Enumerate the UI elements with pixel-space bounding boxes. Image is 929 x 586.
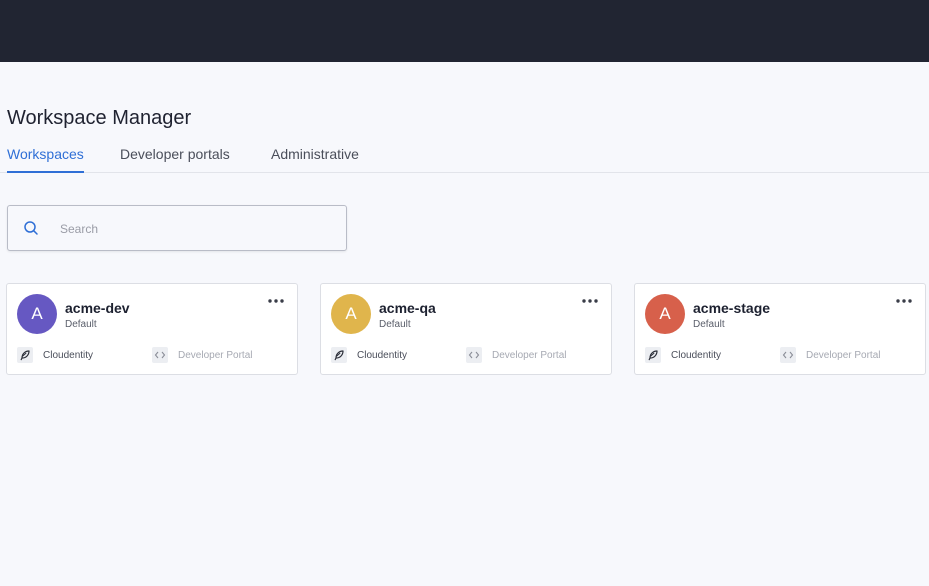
workspace-card-acme-stage[interactable]: A acme-stage Default Cloudentity Develop… xyxy=(634,283,926,375)
developer-portal-link[interactable]: Developer Portal xyxy=(466,346,566,364)
developer-portal-label: Developer Portal xyxy=(178,349,253,361)
more-options-icon[interactable] xyxy=(581,296,599,306)
developer-portal-link[interactable]: Developer Portal xyxy=(152,346,252,364)
workspace-name: acme-dev xyxy=(65,300,130,316)
page-title: Workspace Manager xyxy=(7,107,192,129)
search-icon xyxy=(24,221,38,235)
workspace-name: acme-qa xyxy=(379,300,436,316)
workspace-card-acme-dev[interactable]: A acme-dev Default Cloudentity Developer… xyxy=(6,283,298,375)
feather-icon xyxy=(331,347,347,363)
developer-portal-label: Developer Portal xyxy=(806,349,881,361)
more-options-icon[interactable] xyxy=(895,296,913,306)
tab-developer-portals[interactable]: Developer portals xyxy=(120,146,230,162)
feather-icon xyxy=(645,347,661,363)
developer-portal-label: Developer Portal xyxy=(492,349,567,361)
search-input[interactable] xyxy=(58,216,332,242)
more-options-icon[interactable] xyxy=(267,296,285,306)
tab-bar: Workspaces Developer portals Administrat… xyxy=(0,140,929,173)
admin-portal-link[interactable]: Cloudentity xyxy=(17,346,93,364)
admin-portal-link[interactable]: Cloudentity xyxy=(645,346,721,364)
code-icon xyxy=(152,347,168,363)
code-icon xyxy=(780,347,796,363)
avatar: A xyxy=(331,294,371,334)
tab-workspaces[interactable]: Workspaces xyxy=(7,146,84,173)
code-icon xyxy=(466,347,482,363)
workspace-type: Default xyxy=(693,319,725,330)
workspace-card-acme-qa[interactable]: A acme-qa Default Cloudentity Developer … xyxy=(320,283,612,375)
workspace-type: Default xyxy=(379,319,411,330)
search-box[interactable] xyxy=(7,205,347,251)
developer-portal-link[interactable]: Developer Portal xyxy=(780,346,880,364)
admin-portal-label: Cloudentity xyxy=(357,349,408,361)
admin-portal-label: Cloudentity xyxy=(43,349,94,361)
top-bar xyxy=(0,0,929,62)
admin-portal-link[interactable]: Cloudentity xyxy=(331,346,407,364)
feather-icon xyxy=(17,347,33,363)
admin-portal-label: Cloudentity xyxy=(671,349,722,361)
tab-administrative[interactable]: Administrative xyxy=(271,146,359,162)
workspace-name: acme-stage xyxy=(693,300,771,316)
avatar: A xyxy=(645,294,685,334)
avatar: A xyxy=(17,294,57,334)
workspace-type: Default xyxy=(65,319,97,330)
